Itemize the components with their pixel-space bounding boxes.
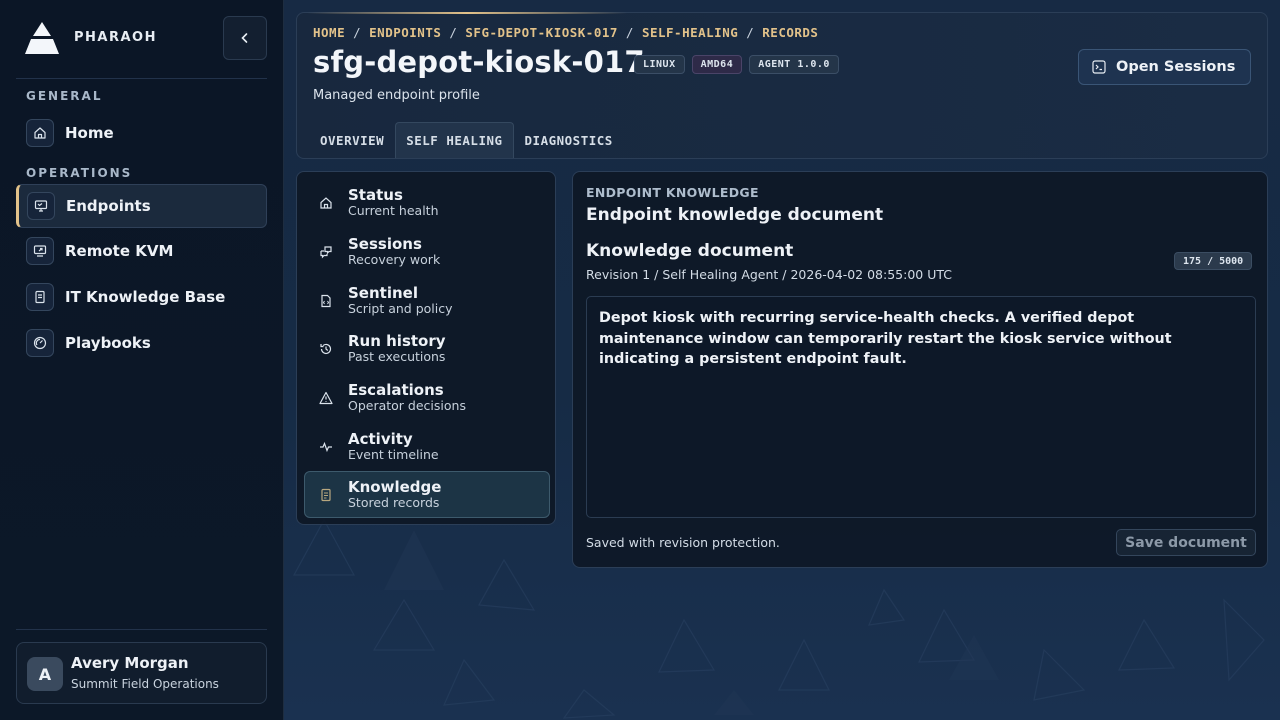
home-icon — [26, 119, 54, 147]
book-icon — [26, 283, 54, 311]
breadcrumb-separator: / — [449, 25, 458, 40]
breadcrumb-separator: / — [746, 25, 755, 40]
sidebar-item-label: Home — [65, 124, 114, 142]
remote-screen-icon — [26, 237, 54, 265]
tab-self-healing[interactable]: SELF HEALING — [395, 122, 514, 158]
endpoint-header: HOME / ENDPOINTS / SFG-DEPOT-KIOSK-017 /… — [296, 12, 1268, 159]
sidebar-item-label: IT Knowledge Base — [65, 288, 226, 306]
self-healing-menu: Status Current health Sessions Recovery … — [296, 171, 556, 525]
agent-version-badge: AGENT 1.0.0 — [749, 55, 839, 74]
pyramid-logo-icon — [25, 22, 59, 54]
save-status: Saved with revision protection. — [586, 535, 780, 550]
history-icon — [318, 341, 334, 357]
avatar: A — [27, 657, 63, 691]
breadcrumb: HOME / ENDPOINTS / SFG-DEPOT-KIOSK-017 /… — [313, 25, 818, 40]
arch-badge: AMD64 — [691, 55, 743, 74]
menu-item-title: Escalations — [348, 381, 444, 400]
document-icon — [318, 487, 334, 503]
save-document-button[interactable]: Save document — [1116, 529, 1256, 556]
sidebar-item-label: Playbooks — [65, 334, 151, 352]
open-sessions-button[interactable]: Open Sessions — [1078, 49, 1251, 85]
breadcrumb-endpoint[interactable]: SFG-DEPOT-KIOSK-017 — [465, 25, 618, 40]
menu-item-activity[interactable]: Activity Event timeline — [304, 423, 550, 470]
panel-title: Endpoint knowledge document — [586, 205, 884, 225]
menu-item-subtitle: Recovery work — [348, 251, 441, 267]
menu-item-subtitle: Operator decisions — [348, 397, 466, 413]
terminal-icon — [1092, 60, 1106, 74]
section-label-general: GENERAL — [26, 89, 103, 103]
page-subtitle: Managed endpoint profile — [313, 88, 480, 103]
sidebar-item-label: Endpoints — [66, 197, 151, 215]
character-counter: 175 / 5000 — [1174, 252, 1253, 270]
pulse-icon — [318, 439, 334, 455]
sidebar-item-endpoints[interactable]: Endpoints — [16, 184, 267, 228]
breadcrumb-endpoints[interactable]: ENDPOINTS — [369, 25, 441, 40]
menu-item-title: Sessions — [348, 235, 422, 254]
os-badge: LINUX — [634, 55, 685, 74]
script-file-icon — [318, 293, 334, 309]
user-org: Summit Field Operations — [71, 677, 219, 691]
menu-item-title: Status — [348, 186, 403, 205]
menu-item-title: Knowledge — [348, 478, 442, 497]
revision-info: Revision 1 / Self Healing Agent / 2026-0… — [586, 267, 952, 282]
user-card[interactable]: A Avery Morgan Summit Field Operations — [16, 642, 267, 704]
chevron-left-icon — [241, 33, 248, 43]
menu-item-subtitle: Current health — [348, 202, 439, 218]
warning-icon — [318, 390, 334, 406]
tab-diagnostics[interactable]: DIAGNOSTICS — [518, 122, 620, 158]
sidebar-divider — [16, 78, 267, 79]
menu-item-run-history[interactable]: Run history Past executions — [304, 325, 550, 372]
page-title: sfg-depot-kiosk-017 — [313, 45, 645, 79]
breadcrumb-home[interactable]: HOME — [313, 25, 345, 40]
sidebar-divider — [16, 629, 267, 630]
menu-item-subtitle: Stored records — [348, 494, 440, 510]
menu-item-title: Run history — [348, 332, 446, 351]
open-sessions-label: Open Sessions — [1116, 59, 1236, 75]
sidebar-item-home[interactable]: Home — [16, 111, 267, 155]
panel-eyebrow: ENDPOINT KNOWLEDGE — [586, 185, 759, 200]
sidebar-item-remote-kvm[interactable]: Remote KVM — [16, 229, 267, 273]
sidebar: PHARAOH GENERAL Home OPERATIONS Endpoint… — [0, 0, 284, 720]
collapse-sidebar-button[interactable] — [223, 16, 267, 60]
breadcrumb-separator: / — [353, 25, 362, 40]
user-name: Avery Morgan — [71, 654, 189, 672]
brand-name: PHARAOH — [74, 30, 157, 45]
menu-item-subtitle: Event timeline — [348, 446, 439, 462]
sidebar-item-playbooks[interactable]: Playbooks — [16, 321, 267, 365]
chat-icon — [318, 244, 334, 260]
menu-item-sentinel[interactable]: Sentinel Script and policy — [304, 277, 550, 324]
menu-item-sessions[interactable]: Sessions Recovery work — [304, 228, 550, 275]
endpoint-badges: LINUX AMD64 AGENT 1.0.0 — [634, 55, 839, 74]
document-heading: Knowledge document — [586, 241, 794, 261]
brand-logo — [24, 22, 60, 54]
sidebar-item-label: Remote KVM — [65, 242, 174, 260]
menu-item-subtitle: Past executions — [348, 348, 446, 364]
menu-item-knowledge[interactable]: Knowledge Stored records — [304, 471, 550, 518]
knowledge-document-editor[interactable]: Depot kiosk with recurring service-healt… — [586, 296, 1256, 518]
menu-item-escalations[interactable]: Escalations Operator decisions — [304, 374, 550, 421]
home-icon — [318, 195, 334, 211]
gauge-icon — [26, 329, 54, 357]
menu-item-subtitle: Script and policy — [348, 300, 453, 316]
menu-item-title: Sentinel — [348, 284, 418, 303]
knowledge-panel: ENDPOINT KNOWLEDGE Endpoint knowledge do… — [572, 171, 1268, 568]
sidebar-item-it-knowledge-base[interactable]: IT Knowledge Base — [16, 275, 267, 319]
breadcrumb-separator: / — [625, 25, 634, 40]
menu-item-title: Activity — [348, 430, 413, 449]
tab-bar: OVERVIEW SELF HEALING DIAGNOSTICS — [313, 122, 620, 158]
monitor-icon — [27, 192, 55, 220]
section-label-operations: OPERATIONS — [26, 166, 133, 180]
breadcrumb-records: RECORDS — [762, 25, 819, 40]
tab-overview[interactable]: OVERVIEW — [313, 122, 391, 158]
menu-item-status[interactable]: Status Current health — [304, 179, 550, 226]
breadcrumb-self-healing[interactable]: SELF-HEALING — [642, 25, 738, 40]
